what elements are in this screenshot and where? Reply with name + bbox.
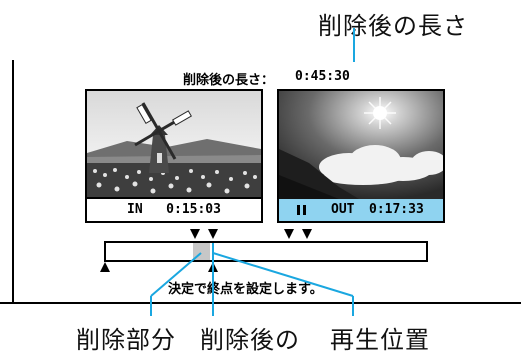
- callout-after-deletion: 削除後の: [200, 326, 300, 354]
- callout-playback-position: 再生位置: [330, 326, 430, 354]
- callout-deleted-part: 削除部分: [76, 326, 176, 354]
- callout-lines: [150, 28, 355, 316]
